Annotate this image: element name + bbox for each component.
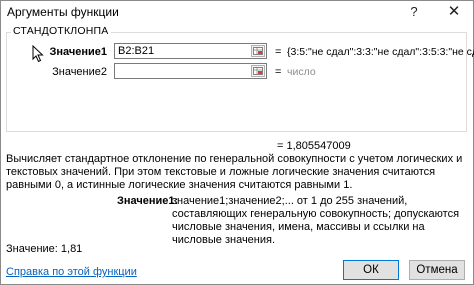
arg2-input[interactable] [115, 64, 254, 78]
range-select-icon [253, 47, 263, 55]
ok-button[interactable]: ОК [343, 260, 399, 280]
help-link[interactable]: Справка по этой функции [6, 266, 137, 278]
title-bar[interactable]: Аргументы функции ? ✕ [1, 1, 473, 23]
dialog-title: Аргументы функции [7, 5, 119, 19]
cancel-button[interactable]: Отмена [409, 260, 465, 280]
arg1-label: Значение1 [49, 46, 107, 58]
function-arguments-dialog: Аргументы функции ? ✕ СТАНДОТКЛОНПА Знач… [0, 0, 474, 285]
arg1-preview: {3:5:"не сдал":3:3:"не сдал":3:5:3:"не с… [287, 46, 474, 58]
arg2-preview: число [287, 66, 316, 78]
arg2-field[interactable] [114, 63, 267, 79]
function-name: СТАНДОТКЛОНПА [11, 25, 111, 37]
arg1-field[interactable] [114, 43, 267, 59]
arg2-equals: = [275, 66, 282, 78]
arg-help-text: значение1;значение2;... от 1 до 255 знач… [172, 195, 460, 246]
range-select-icon [253, 67, 263, 75]
arg1-equals: = [275, 46, 282, 58]
close-icon[interactable]: ✕ [439, 1, 469, 23]
arg1-collapse-button[interactable] [251, 45, 265, 57]
arg2-collapse-button[interactable] [251, 65, 265, 77]
function-description: Вычисляет стандартное отклонение по гене… [6, 153, 463, 191]
value-result: Значение: 1,81 [6, 243, 83, 255]
arg1-input[interactable] [115, 44, 254, 58]
help-icon[interactable]: ? [399, 1, 429, 23]
arg-help-label: Значение1: [117, 195, 179, 207]
arg2-label: Значение2 [52, 66, 107, 78]
formula-result: = 1,805547009 [277, 140, 351, 152]
